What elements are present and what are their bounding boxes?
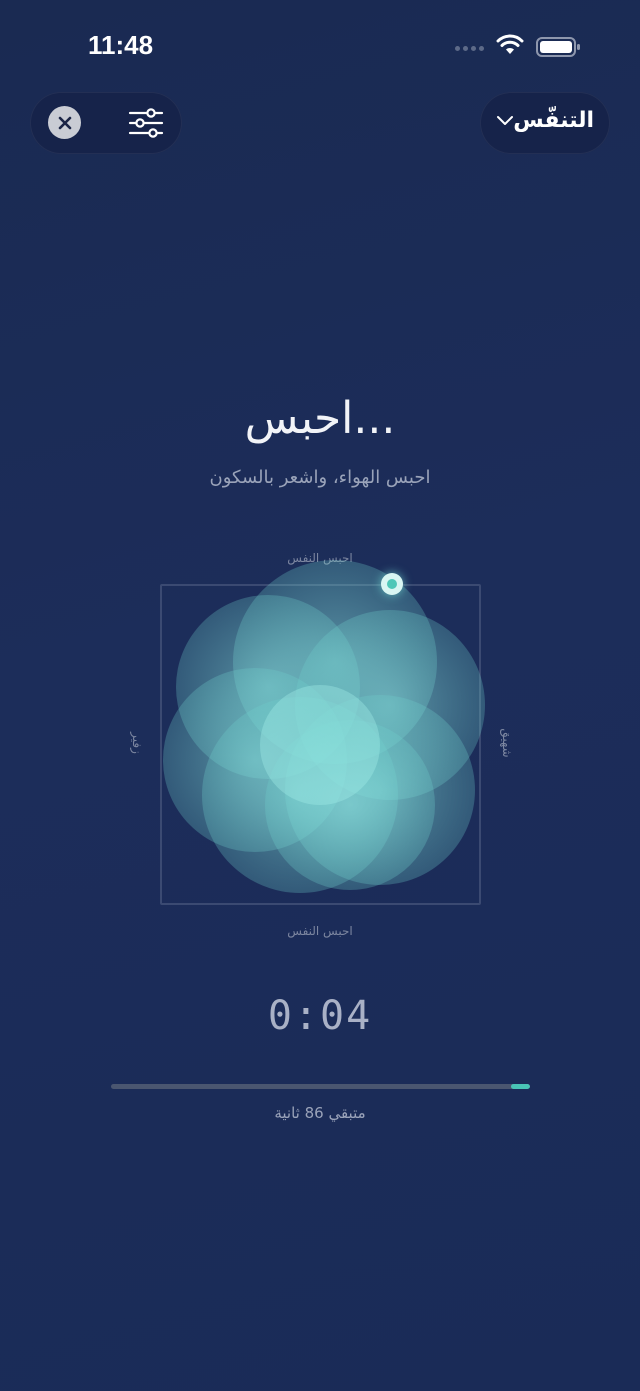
mode-selector[interactable]: التنفّس bbox=[480, 92, 610, 154]
phase-subtitle: احبس الهواء، واشعر بالسكون bbox=[209, 467, 431, 488]
close-icon bbox=[58, 116, 71, 129]
close-button[interactable] bbox=[48, 106, 81, 139]
battery-icon bbox=[536, 37, 580, 57]
sliders-icon[interactable] bbox=[128, 107, 164, 139]
session-progress-bar bbox=[111, 1084, 530, 1089]
status-time: 11:48 bbox=[88, 30, 154, 60]
session-timer: 0:04 bbox=[267, 993, 373, 1039]
session-progress-fill bbox=[511, 1084, 530, 1089]
remaining-time: متبقي 86 ثانية bbox=[274, 1104, 366, 1122]
box-left-label: زفير bbox=[130, 732, 144, 754]
box-right-label: شهيق bbox=[500, 728, 514, 758]
controls-pill bbox=[30, 92, 182, 154]
phase-title: احبس... bbox=[244, 393, 396, 444]
box-bottom-label: احبس النفس bbox=[287, 924, 353, 938]
wifi-icon bbox=[496, 34, 524, 54]
flower-core bbox=[260, 685, 380, 805]
breathing-flower bbox=[163, 560, 485, 893]
chevron-down-icon bbox=[497, 116, 513, 125]
breathing-visual: احبس النفس زفير شهيق احبس النفس bbox=[0, 540, 640, 960]
cellular-signal-icon bbox=[455, 46, 484, 51]
mode-label: التنفّس bbox=[513, 108, 594, 133]
status-bar: 11:48 bbox=[0, 0, 640, 90]
breath-progress-dot bbox=[381, 573, 403, 595]
